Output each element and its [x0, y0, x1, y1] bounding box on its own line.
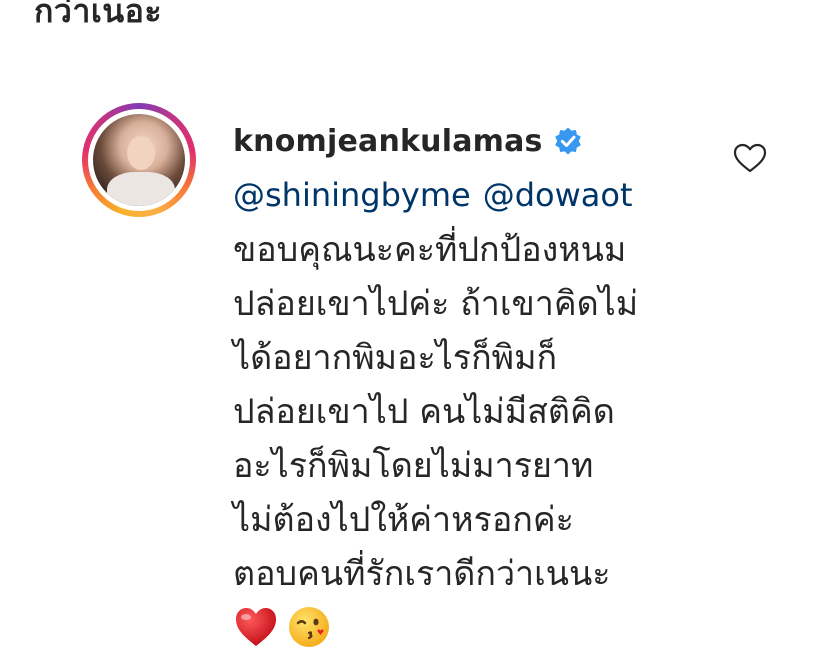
comment-text-line: ปล่อยเขาไปค่ะ ถ้าเขาคิดไม่	[233, 284, 639, 324]
emoji-row	[233, 605, 713, 649]
comment-text-line: ปล่อยเขาไป คนไม่มีสติคิด	[233, 392, 615, 432]
red-heart-emoji-icon	[236, 608, 276, 646]
comment-text-line: ขอบคุณนะคะที่ปกป้องหนม	[233, 230, 627, 270]
mention-link[interactable]: @shiningbyme	[233, 176, 471, 214]
comment-body: knomjeankulamas @shiningbyme @dowaot ขอบค…	[233, 118, 713, 649]
comment-text-line: ตอบคนที่รักเราดีกว่าเนนะ	[233, 554, 611, 594]
kissing-wink-emoji-icon	[289, 607, 329, 647]
like-heart-icon[interactable]	[732, 142, 768, 174]
comment-text-line: อะไรก็พิมโดยไม่มารยาท	[233, 446, 594, 486]
comment-text-line: ได้อยากพิมอะไรก็พิมก็	[233, 338, 558, 378]
mention-link[interactable]: @dowaot	[483, 176, 633, 214]
previous-comment-text: กว่าเนอะ	[34, 0, 163, 30]
mentions: @shiningbyme @dowaot	[233, 172, 713, 218]
comment-text-line: ไม่ต้องไปให้ค่าหรอกค่ะ	[233, 500, 574, 540]
verified-badge-icon	[554, 127, 581, 155]
avatar-story-ring[interactable]	[82, 103, 196, 217]
avatar[interactable]	[93, 114, 185, 206]
username-link[interactable]: knomjeankulamas	[233, 124, 543, 159]
